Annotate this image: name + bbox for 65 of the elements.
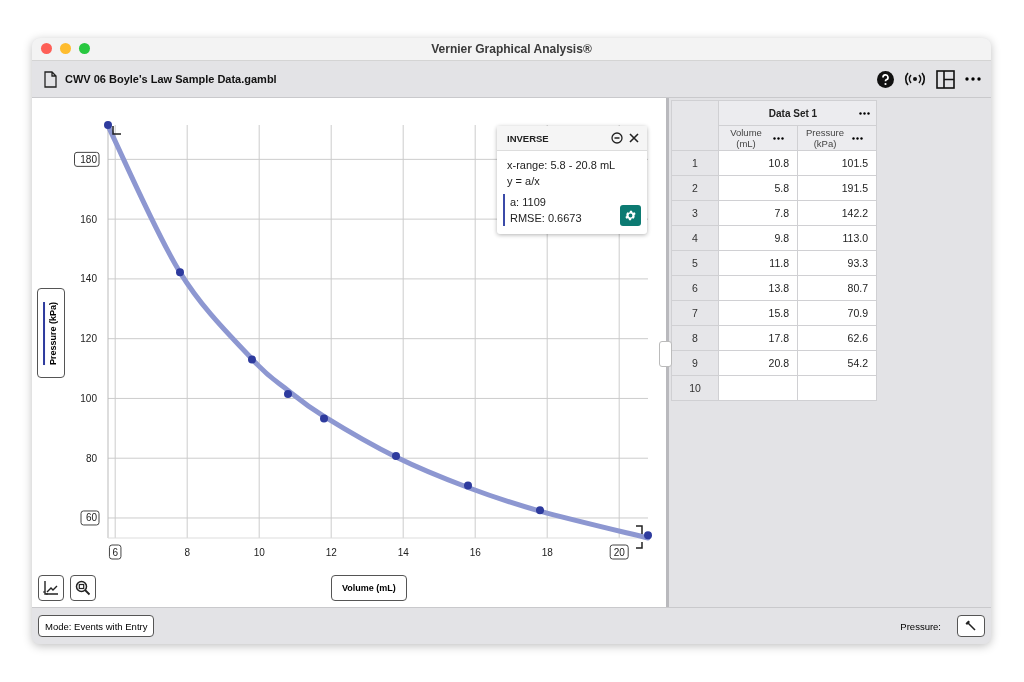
settings-button[interactable] <box>620 205 641 227</box>
row-number: 4 <box>671 225 719 251</box>
mode-button[interactable]: Mode: Events with Entry <box>38 615 155 638</box>
y-tick-label: 180 <box>80 154 98 166</box>
axis-tick-label: 10 <box>253 547 265 559</box>
axis-tick-label[interactable]: 6 <box>108 544 122 560</box>
graph-options-button[interactable] <box>38 575 64 602</box>
fit-parameter-text: a: 1109 <box>510 195 547 211</box>
file-name: CWV 06 Boyle's Law Sample Data.gambl <box>65 73 277 86</box>
row-number: 3 <box>671 200 719 226</box>
axis-tick-label: 18 <box>541 547 553 559</box>
x-axis-label[interactable]: Volume (mL) <box>331 575 407 602</box>
row-number: 5 <box>671 250 719 276</box>
layout-icon[interactable] <box>936 69 955 89</box>
axis-tick-label: 120 <box>80 333 97 345</box>
axis-tick-label: 140 <box>80 273 97 285</box>
gear-icon <box>624 209 637 223</box>
row-number: 1 <box>671 150 719 176</box>
sensor-button[interactable] <box>957 615 985 638</box>
row-number: 10 <box>671 375 719 401</box>
column-title: Pressure (kPa) <box>805 127 845 150</box>
close-button[interactable] <box>41 43 52 55</box>
graph-icon <box>43 580 59 597</box>
fit-info-text: y = a/x <box>507 174 541 190</box>
range-bracket-icon[interactable] <box>112 125 122 136</box>
more-icon[interactable] <box>965 77 981 82</box>
axis-tick-label[interactable]: 20 <box>609 544 629 560</box>
more-icon[interactable] <box>773 136 784 140</box>
document-icon <box>44 70 57 88</box>
zoom-button[interactable] <box>70 575 96 602</box>
more-icon[interactable] <box>859 111 870 115</box>
axis-tick-label: 12 <box>325 547 337 559</box>
window-title: Vernier Graphical Analysis® <box>431 41 592 56</box>
minimize-icon[interactable] <box>611 132 623 145</box>
column-title: Volume (mL) <box>729 127 763 150</box>
axis-tick-label: 16 <box>469 547 481 559</box>
axis-tick-label: 8 <box>184 547 190 559</box>
x-tick-label: 6 <box>112 547 119 559</box>
row-number: 6 <box>671 275 719 301</box>
axis-tick-label: 80 <box>85 453 97 465</box>
axis-tick-label: 100 <box>80 393 97 405</box>
data-set-title: Data Set 1 <box>767 107 819 119</box>
row-number: 2 <box>671 175 719 201</box>
y-tick-label: 60 <box>85 512 98 524</box>
row-number: 7 <box>671 300 719 326</box>
axis-tick-label[interactable]: 60 <box>80 510 100 526</box>
fit-info-text: x-range: 5.8 - 20.8 mL <box>507 158 617 174</box>
wireless-icon[interactable] <box>904 72 926 87</box>
axis-tick-label: 160 <box>80 214 97 225</box>
zoom-icon <box>75 580 91 597</box>
range-bracket-icon[interactable] <box>635 525 643 550</box>
y-axis-label[interactable]: Pressure (kPa) <box>37 288 65 379</box>
data-set-header[interactable]: Data Set 1 <box>718 100 877 126</box>
row-number: 9 <box>671 350 719 376</box>
close-icon[interactable] <box>629 133 639 144</box>
curve-fit-title: INVERSE <box>507 132 550 144</box>
fit-parameter-text: RMSE: 0.6673 <box>510 211 583 227</box>
help-icon[interactable] <box>877 70 894 88</box>
sensor-label: Pressure: <box>900 620 941 632</box>
axis-tick-label: 14 <box>397 547 409 559</box>
more-icon[interactable] <box>852 136 863 140</box>
row-number: 8 <box>671 325 719 351</box>
axis-tick-label[interactable]: 180 <box>74 152 100 168</box>
resize-handle[interactable] <box>659 341 672 368</box>
x-tick-label: 20 <box>613 547 626 559</box>
